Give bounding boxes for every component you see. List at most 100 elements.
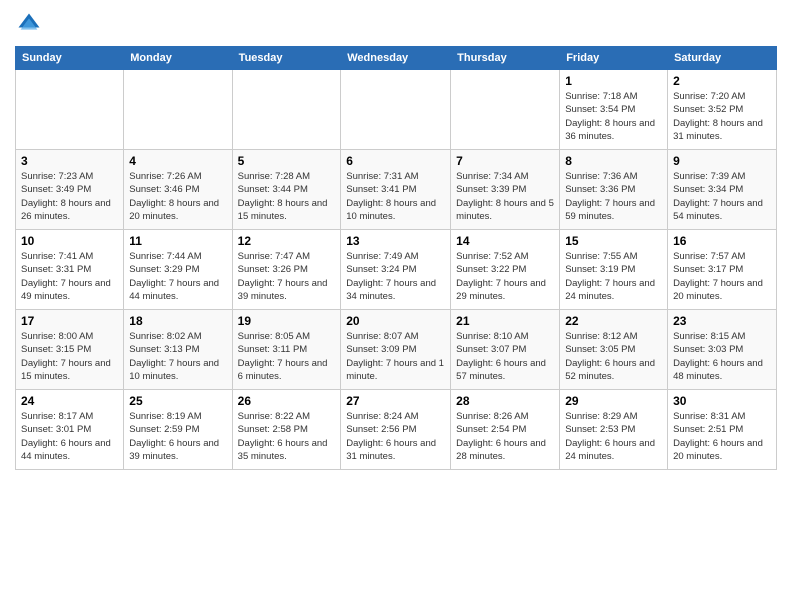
day-info: Sunrise: 7:31 AMSunset: 3:41 PMDaylight:… xyxy=(346,170,445,223)
calendar-cell: 19Sunrise: 8:05 AMSunset: 3:11 PMDayligh… xyxy=(232,310,341,390)
calendar-cell xyxy=(451,70,560,150)
day-info: Sunrise: 8:00 AMSunset: 3:15 PMDaylight:… xyxy=(21,330,118,383)
calendar-cell xyxy=(232,70,341,150)
day-number: 5 xyxy=(238,154,336,168)
day-number: 16 xyxy=(673,234,771,248)
header-tuesday: Tuesday xyxy=(232,47,341,70)
day-number: 14 xyxy=(456,234,554,248)
header-thursday: Thursday xyxy=(451,47,560,70)
calendar-cell: 8 Sunrise: 7:36 AMSunset: 3:36 PMDaylight… xyxy=(560,150,668,230)
day-number: 12 xyxy=(238,234,336,248)
day-number: 23 xyxy=(673,314,771,328)
calendar-cell: 1 Sunrise: 7:18 AMSunset: 3:54 PMDaylight… xyxy=(560,70,668,150)
day-info: Sunrise: 7:20 AMSunset: 3:52 PMDaylight:… xyxy=(673,90,771,143)
calendar-cell: 10 Sunrise: 7:41 AMSunset: 3:31 PMDayligh… xyxy=(16,230,124,310)
day-number: 17 xyxy=(21,314,118,328)
calendar-cell: 25 Sunrise: 8:19 AMSunset: 2:59 PMDayligh… xyxy=(124,390,232,470)
calendar-cell: 4 Sunrise: 7:26 AMSunset: 3:46 PMDaylight… xyxy=(124,150,232,230)
day-info: Sunrise: 8:07 AMSunset: 3:09 PMDaylight:… xyxy=(346,330,445,383)
calendar-week-2: 10 Sunrise: 7:41 AMSunset: 3:31 PMDayligh… xyxy=(16,230,777,310)
calendar-cell: 15 Sunrise: 7:55 AMSunset: 3:19 PMDayligh… xyxy=(560,230,668,310)
header-saturday: Saturday xyxy=(668,47,777,70)
day-info: Sunrise: 8:22 AMSunset: 2:58 PMDaylight:… xyxy=(238,410,336,463)
header-sunday: Sunday xyxy=(16,47,124,70)
day-number: 6 xyxy=(346,154,445,168)
day-number: 19 xyxy=(238,314,336,328)
day-info: Sunrise: 8:26 AMSunset: 2:54 PMDaylight:… xyxy=(456,410,554,463)
calendar-cell: 20 Sunrise: 8:07 AMSunset: 3:09 PMDayligh… xyxy=(341,310,451,390)
calendar-cell: 11Sunrise: 7:44 AMSunset: 3:29 PMDayligh… xyxy=(124,230,232,310)
calendar-cell: 5 Sunrise: 7:28 AMSunset: 3:44 PMDaylight… xyxy=(232,150,341,230)
day-number: 9 xyxy=(673,154,771,168)
day-number: 1 xyxy=(565,74,662,88)
day-number: 18 xyxy=(129,314,226,328)
day-info: Sunrise: 8:10 AMSunset: 3:07 PMDaylight:… xyxy=(456,330,554,383)
calendar-cell: 3 Sunrise: 7:23 AMSunset: 3:49 PMDaylight… xyxy=(16,150,124,230)
day-number: 13 xyxy=(346,234,445,248)
day-number: 27 xyxy=(346,394,445,408)
day-number: 29 xyxy=(565,394,662,408)
header xyxy=(15,10,777,38)
calendar-cell xyxy=(16,70,124,150)
calendar-header: Sunday Monday Tuesday Wednesday Thursday… xyxy=(16,47,777,70)
calendar-week-1: 3 Sunrise: 7:23 AMSunset: 3:49 PMDaylight… xyxy=(16,150,777,230)
day-info: Sunrise: 8:24 AMSunset: 2:56 PMDaylight:… xyxy=(346,410,445,463)
header-row: Sunday Monday Tuesday Wednesday Thursday… xyxy=(16,47,777,70)
day-number: 21 xyxy=(456,314,554,328)
calendar-cell: 30 Sunrise: 8:31 AMSunset: 2:51 PMDayligh… xyxy=(668,390,777,470)
day-info: Sunrise: 7:49 AMSunset: 3:24 PMDaylight:… xyxy=(346,250,445,303)
day-number: 24 xyxy=(21,394,118,408)
calendar-cell: 6 Sunrise: 7:31 AMSunset: 3:41 PMDaylight… xyxy=(341,150,451,230)
day-info: Sunrise: 7:23 AMSunset: 3:49 PMDaylight:… xyxy=(21,170,118,223)
calendar-cell: 13 Sunrise: 7:49 AMSunset: 3:24 PMDayligh… xyxy=(341,230,451,310)
day-info: Sunrise: 7:47 AMSunset: 3:26 PMDaylight:… xyxy=(238,250,336,303)
calendar-week-4: 24Sunrise: 8:17 AMSunset: 3:01 PMDayligh… xyxy=(16,390,777,470)
calendar-cell: 23Sunrise: 8:15 AMSunset: 3:03 PMDayligh… xyxy=(668,310,777,390)
calendar-cell: 18 Sunrise: 8:02 AMSunset: 3:13 PMDayligh… xyxy=(124,310,232,390)
day-number: 20 xyxy=(346,314,445,328)
day-number: 25 xyxy=(129,394,226,408)
calendar-cell: 7Sunrise: 7:34 AMSunset: 3:39 PMDaylight… xyxy=(451,150,560,230)
calendar-cell: 17 Sunrise: 8:00 AMSunset: 3:15 PMDayligh… xyxy=(16,310,124,390)
day-info: Sunrise: 8:19 AMSunset: 2:59 PMDaylight:… xyxy=(129,410,226,463)
calendar-cell: 16 Sunrise: 7:57 AMSunset: 3:17 PMDayligh… xyxy=(668,230,777,310)
calendar-cell: 12 Sunrise: 7:47 AMSunset: 3:26 PMDayligh… xyxy=(232,230,341,310)
day-number: 2 xyxy=(673,74,771,88)
day-number: 28 xyxy=(456,394,554,408)
day-info: Sunrise: 7:44 AMSunset: 3:29 PMDaylight:… xyxy=(129,250,226,303)
day-info: Sunrise: 8:31 AMSunset: 2:51 PMDaylight:… xyxy=(673,410,771,463)
calendar-cell xyxy=(124,70,232,150)
calendar-cell xyxy=(341,70,451,150)
day-info: Sunrise: 7:28 AMSunset: 3:44 PMDaylight:… xyxy=(238,170,336,223)
header-wednesday: Wednesday xyxy=(341,47,451,70)
calendar-cell: 21 Sunrise: 8:10 AMSunset: 3:07 PMDayligh… xyxy=(451,310,560,390)
day-info: Sunrise: 8:02 AMSunset: 3:13 PMDaylight:… xyxy=(129,330,226,383)
calendar-cell: 14 Sunrise: 7:52 AMSunset: 3:22 PMDayligh… xyxy=(451,230,560,310)
day-number: 15 xyxy=(565,234,662,248)
day-number: 4 xyxy=(129,154,226,168)
header-monday: Monday xyxy=(124,47,232,70)
day-info: Sunrise: 7:52 AMSunset: 3:22 PMDaylight:… xyxy=(456,250,554,303)
day-info: Sunrise: 7:36 AMSunset: 3:36 PMDaylight:… xyxy=(565,170,662,223)
logo-icon xyxy=(15,10,43,38)
day-info: Sunrise: 7:55 AMSunset: 3:19 PMDaylight:… xyxy=(565,250,662,303)
header-friday: Friday xyxy=(560,47,668,70)
day-number: 8 xyxy=(565,154,662,168)
day-number: 30 xyxy=(673,394,771,408)
day-info: Sunrise: 7:18 AMSunset: 3:54 PMDaylight:… xyxy=(565,90,662,143)
calendar-cell: 26Sunrise: 8:22 AMSunset: 2:58 PMDayligh… xyxy=(232,390,341,470)
calendar-cell: 29Sunrise: 8:29 AMSunset: 2:53 PMDayligh… xyxy=(560,390,668,470)
page: Sunday Monday Tuesday Wednesday Thursday… xyxy=(0,0,792,612)
day-info: Sunrise: 7:57 AMSunset: 3:17 PMDaylight:… xyxy=(673,250,771,303)
calendar-table: Sunday Monday Tuesday Wednesday Thursday… xyxy=(15,46,777,470)
day-info: Sunrise: 7:39 AMSunset: 3:34 PMDaylight:… xyxy=(673,170,771,223)
day-number: 3 xyxy=(21,154,118,168)
logo xyxy=(15,10,45,38)
calendar-body: 1 Sunrise: 7:18 AMSunset: 3:54 PMDaylight… xyxy=(16,70,777,470)
day-info: Sunrise: 7:26 AMSunset: 3:46 PMDaylight:… xyxy=(129,170,226,223)
day-number: 10 xyxy=(21,234,118,248)
day-info: Sunrise: 8:12 AMSunset: 3:05 PMDaylight:… xyxy=(565,330,662,383)
day-number: 22 xyxy=(565,314,662,328)
day-info: Sunrise: 7:41 AMSunset: 3:31 PMDaylight:… xyxy=(21,250,118,303)
day-number: 7 xyxy=(456,154,554,168)
